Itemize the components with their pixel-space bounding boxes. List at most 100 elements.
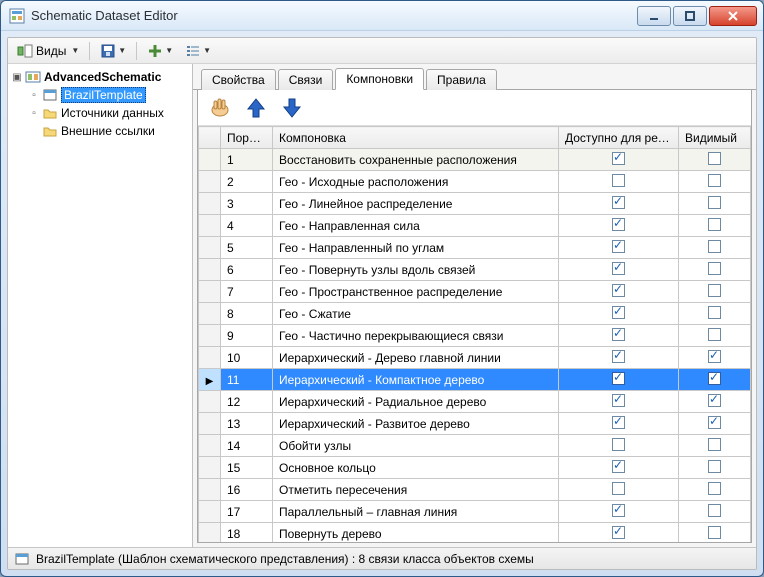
checkbox[interactable] [612,306,625,319]
table-row[interactable]: 16Отметить пересечения [199,479,751,501]
checkbox[interactable] [612,460,625,473]
checkbox[interactable] [612,416,625,429]
cell-editable[interactable] [559,523,679,543]
table-row[interactable]: 13Иерархический - Развитое дерево [199,413,751,435]
cell-editable[interactable] [559,215,679,237]
checkbox[interactable] [708,218,721,231]
checkbox[interactable] [708,196,721,209]
cell-layout-name[interactable]: Гео - Направленная сила [273,215,559,237]
move-down-button[interactable] [278,94,306,122]
checkbox[interactable] [708,328,721,341]
table-row[interactable]: 7Гео - Пространственное распределение [199,281,751,303]
cell-layout-name[interactable]: Гео - Исходные расположения [273,171,559,193]
cell-layout-name[interactable]: Восстановить сохраненные расположения [273,149,559,171]
table-row[interactable]: 2Гео - Исходные расположения [199,171,751,193]
table-row[interactable]: 18Повернуть дерево [199,523,751,543]
row-selector[interactable] [199,149,221,171]
cell-editable[interactable] [559,259,679,281]
checkbox[interactable] [612,284,625,297]
cell-order[interactable]: 1 [221,149,273,171]
maximize-button[interactable] [673,6,707,26]
cell-layout-name[interactable]: Гео - Пространственное распределение [273,281,559,303]
table-row[interactable]: 6Гео - Повернуть узлы вдоль связей [199,259,751,281]
checkbox[interactable] [708,482,721,495]
checkbox[interactable] [612,328,625,341]
cell-order[interactable]: 2 [221,171,273,193]
checkbox[interactable] [612,394,625,407]
cell-editable[interactable] [559,413,679,435]
cell-order[interactable]: 14 [221,435,273,457]
checkbox[interactable] [708,350,721,363]
cell-visible[interactable] [679,215,751,237]
checkbox[interactable] [612,218,625,231]
cell-layout-name[interactable]: Гео - Линейное распределение [273,193,559,215]
cell-order[interactable]: 12 [221,391,273,413]
checkbox[interactable] [612,438,625,451]
cell-visible[interactable] [679,369,751,391]
cell-order[interactable]: 8 [221,303,273,325]
cell-editable[interactable] [559,281,679,303]
cell-visible[interactable] [679,149,751,171]
cell-visible[interactable] [679,523,751,543]
checkbox[interactable] [612,526,625,539]
cell-layout-name[interactable]: Гео - Повернуть узлы вдоль связей [273,259,559,281]
cell-layout-name[interactable]: Гео - Частично перекрывающиеся связи [273,325,559,347]
row-selector[interactable] [199,479,221,501]
checkbox[interactable] [708,394,721,407]
row-selector[interactable] [199,347,221,369]
checkbox[interactable] [612,350,625,363]
tab-links[interactable]: Связи [278,69,334,90]
close-button[interactable] [709,6,757,26]
checkbox[interactable] [612,240,625,253]
grid[interactable]: Порядок Компоновка Доступно для редактир… [198,126,751,542]
row-selector[interactable] [199,215,221,237]
grid-header-editable[interactable]: Доступно для редактирования [559,127,679,149]
cell-order[interactable]: 4 [221,215,273,237]
row-selector[interactable] [199,457,221,479]
row-selector[interactable] [199,325,221,347]
cell-visible[interactable] [679,303,751,325]
tab-layouts[interactable]: Компоновки [335,68,424,90]
properties-button[interactable] [206,94,234,122]
cell-editable[interactable] [559,303,679,325]
cell-visible[interactable] [679,259,751,281]
cell-visible[interactable] [679,347,751,369]
checkbox[interactable] [708,240,721,253]
cell-order[interactable]: 3 [221,193,273,215]
cell-layout-name[interactable]: Иерархический - Развитое дерево [273,413,559,435]
cell-editable[interactable] [559,435,679,457]
tree-panel[interactable]: ▣ AdvancedSchematic ▫ BrazilTemplate ▫ И… [8,64,193,547]
cell-visible[interactable] [679,281,751,303]
tab-properties[interactable]: Свойства [201,69,276,90]
cell-order[interactable]: 10 [221,347,273,369]
cell-visible[interactable] [679,457,751,479]
cell-order[interactable]: 7 [221,281,273,303]
checkbox[interactable] [612,504,625,517]
table-row[interactable]: 15Основное кольцо [199,457,751,479]
cell-order[interactable]: 11 [221,369,273,391]
cell-editable[interactable] [559,457,679,479]
checkbox[interactable] [612,262,625,275]
cell-order[interactable]: 17 [221,501,273,523]
tree-external[interactable]: ▫ Внешние ссылки [10,122,190,140]
expand-icon[interactable]: ▫ [29,90,39,101]
row-selector[interactable] [199,413,221,435]
checkbox[interactable] [708,372,721,385]
cell-editable[interactable] [559,193,679,215]
table-row[interactable]: 17Параллельный – главная линия [199,501,751,523]
cell-visible[interactable] [679,391,751,413]
checkbox[interactable] [708,416,721,429]
row-selector[interactable] [199,523,221,543]
cell-order[interactable]: 16 [221,479,273,501]
row-selector[interactable] [199,237,221,259]
cell-layout-name[interactable]: Гео - Направленный по углам [273,237,559,259]
checkbox[interactable] [708,152,721,165]
cell-visible[interactable] [679,479,751,501]
list-button[interactable]: ▼ [180,40,216,62]
cell-editable[interactable] [559,479,679,501]
checkbox[interactable] [708,504,721,517]
cell-editable[interactable] [559,369,679,391]
minimize-button[interactable] [637,6,671,26]
tree-root[interactable]: ▣ AdvancedSchematic [10,68,190,86]
cell-order[interactable]: 15 [221,457,273,479]
